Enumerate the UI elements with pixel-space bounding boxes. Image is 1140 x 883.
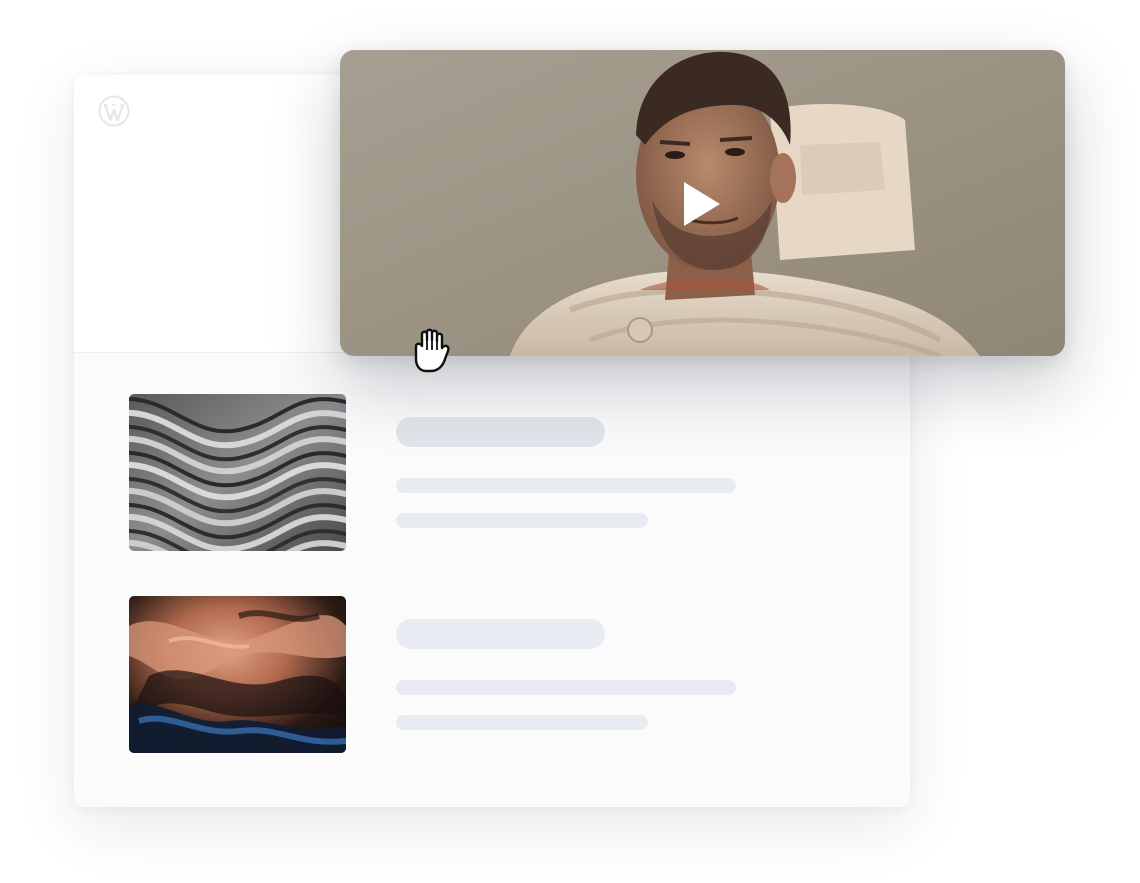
- post-excerpt-placeholder-line: [396, 513, 648, 528]
- post-excerpt-placeholder-line: [396, 715, 648, 730]
- post-title-placeholder[interactable]: [396, 417, 605, 447]
- post-thumbnail[interactable]: [129, 596, 346, 753]
- canvas: [0, 0, 1140, 883]
- post-list-item[interactable]: [129, 596, 829, 753]
- hand-cursor-icon: [412, 326, 460, 376]
- post-excerpt-placeholder-line: [396, 478, 736, 493]
- play-icon[interactable]: [682, 180, 726, 228]
- post-title-placeholder[interactable]: [396, 619, 605, 649]
- post-thumbnail[interactable]: [129, 394, 346, 551]
- post-excerpt-placeholder-line: [396, 680, 736, 695]
- wordpress-logo-icon[interactable]: [98, 95, 130, 127]
- post-list-item[interactable]: [129, 394, 829, 551]
